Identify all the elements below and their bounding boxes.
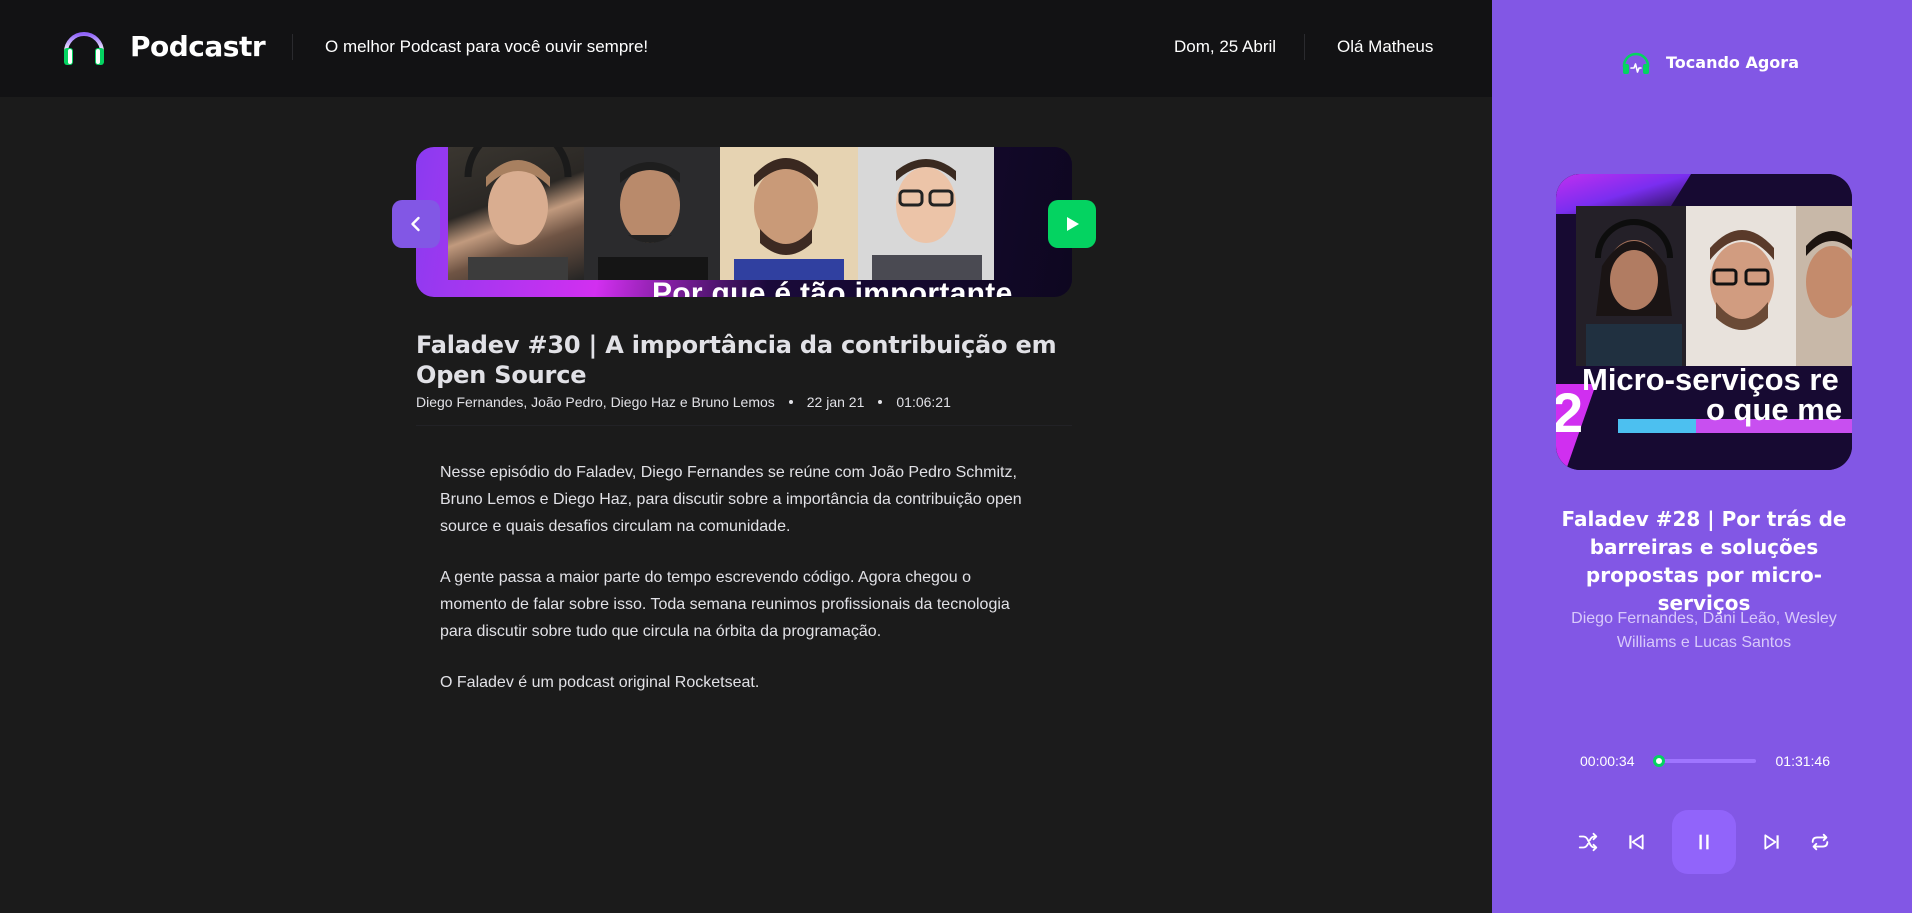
meta-dot (878, 400, 883, 404)
guest-face (598, 162, 708, 280)
playing-headphones-icon (1622, 52, 1650, 74)
episode-members: Diego Fernandes, João Pedro, Diego Haz e… (416, 394, 775, 410)
logo[interactable]: Podcastr (60, 22, 266, 70)
thumbnail-caption: Por que é tão importante (652, 277, 1013, 297)
current-date: Dom, 25 Abril (1174, 37, 1277, 56)
description-paragraph: A gente passa a maior parte do tempo esc… (440, 569, 1010, 640)
user-greeting: Olá Matheus (1337, 37, 1434, 56)
progress-handle[interactable] (1652, 755, 1665, 767)
cover-text: o que me (1706, 392, 1843, 427)
guest-photo (720, 147, 858, 280)
cover-number: 2 (1556, 381, 1584, 444)
shuffle-icon (1578, 832, 1598, 852)
guest-photo (1796, 206, 1852, 366)
header-divider (1304, 34, 1305, 60)
guest-face (872, 159, 982, 280)
current-time: 00:00:34 (1580, 753, 1635, 769)
repeat-button[interactable] (1808, 830, 1832, 854)
headphones-icon (64, 32, 104, 65)
guest-face (1806, 231, 1852, 318)
now-playing-label: Tocando Agora (1666, 52, 1799, 72)
previous-button[interactable] (1624, 830, 1648, 854)
pause-button[interactable] (1672, 810, 1736, 874)
meta-dot (788, 400, 793, 404)
guest-photo (448, 147, 584, 280)
episode-date: 22 jan 21 (806, 394, 865, 410)
total-time: 01:31:46 (1775, 753, 1831, 769)
now-playing-title: Faladev #28 | Por trás de barreiras e so… (1561, 507, 1847, 615)
now-playing-cover: 2 Micro-serviços re o que me (1556, 174, 1852, 470)
back-button[interactable] (392, 200, 440, 248)
progress-slider[interactable] (1652, 755, 1756, 767)
play-episode-button[interactable] (1048, 200, 1096, 248)
episode-meta: Diego Fernandes, João Pedro, Diego Haz e… (416, 394, 951, 410)
player-controls (1576, 810, 1832, 874)
pause-icon (1699, 834, 1709, 850)
now-playing-members: Diego Fernandes, Dani Leão, Wesley Willi… (1571, 610, 1837, 651)
header: Podcastr O melhor Podcast para você ouvi… (0, 0, 1492, 97)
next-button[interactable] (1760, 830, 1784, 854)
guest-face (720, 147, 858, 280)
header-divider (292, 34, 293, 60)
guest-photo (858, 147, 994, 280)
guest-face (1710, 230, 1774, 330)
guest-face (464, 147, 572, 280)
description-paragraph: O Faladev é um podcast original Rocketse… (440, 674, 760, 691)
progress-bar: 00:00:34 01:31:46 (1580, 753, 1830, 769)
episode-description: Nesse episódio do Faladev, Diego Fernand… (440, 459, 1040, 720)
description-paragraph: Nesse episódio do Faladev, Diego Fernand… (440, 464, 1022, 535)
episode-thumbnail: Por que é tão importante (416, 147, 1072, 297)
chevron-left-icon (411, 216, 420, 232)
guest-photo (1576, 206, 1686, 366)
episode-title: Faladev #30 | A importância da contribui… (416, 331, 1057, 389)
next-icon (1764, 834, 1779, 850)
guest-face (1586, 219, 1682, 366)
now-playing-header: Tocando Agora (1620, 46, 1799, 78)
shuffle-button[interactable] (1576, 830, 1600, 854)
repeat-icon (1811, 833, 1829, 851)
previous-icon (1629, 834, 1644, 850)
tagline: O melhor Podcast para você ouvir sempre! (325, 37, 649, 56)
player-panel: Tocando Agora 2 Micro-serviços re o que … (1492, 0, 1912, 913)
guest-photo (1686, 206, 1796, 366)
separator (416, 425, 1072, 426)
play-icon (1067, 217, 1079, 231)
guest-photo (584, 147, 720, 280)
app-name: Podcastr (130, 29, 266, 63)
episode-duration: 01:06:21 (896, 394, 951, 410)
